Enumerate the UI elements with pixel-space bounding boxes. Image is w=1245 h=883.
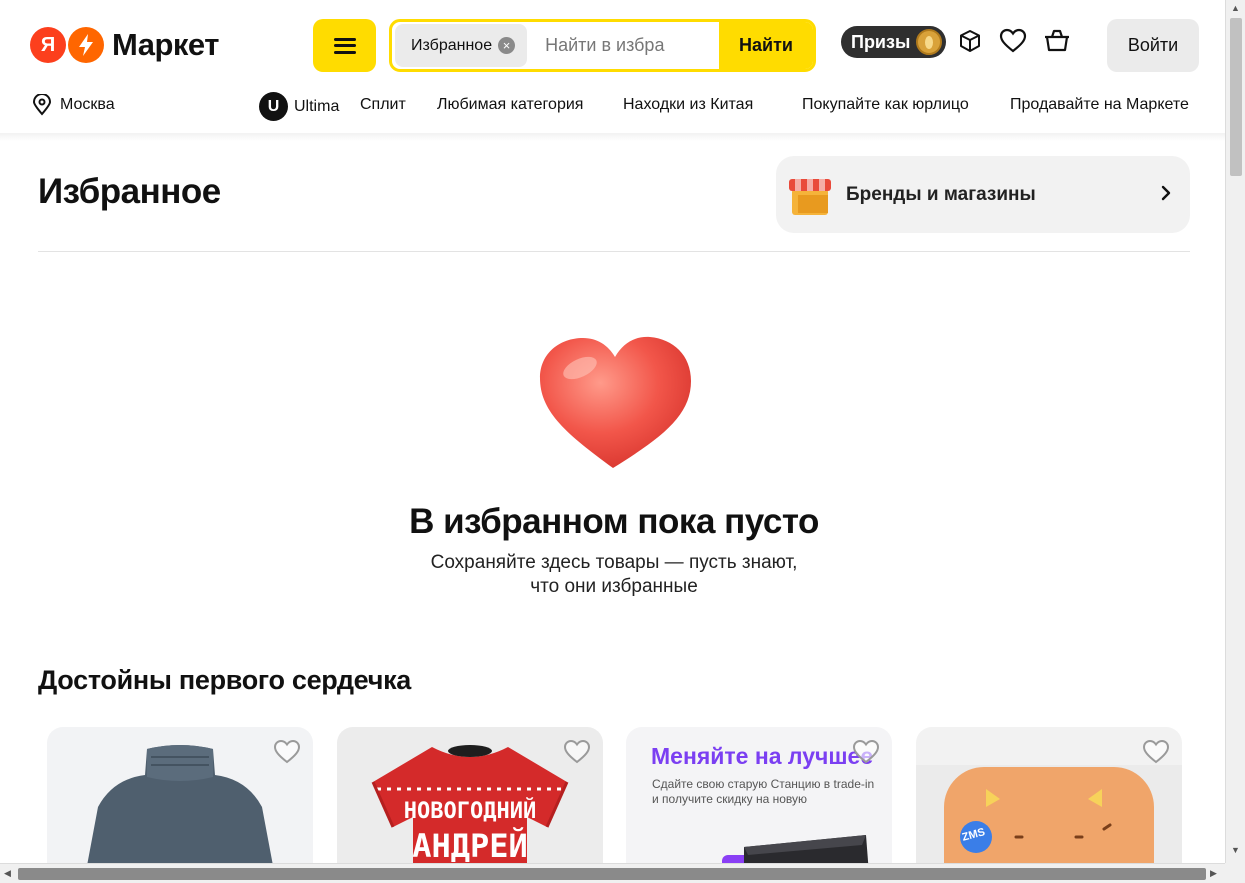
nav-item-split[interactable]: Сплит — [360, 96, 406, 114]
empty-state-line: Сохраняйте здесь товары — пусть знают, — [430, 552, 798, 573]
logo-text: Маркет — [112, 27, 219, 62]
nav-item-ultima[interactable]: U Ultima — [259, 92, 339, 121]
vertical-scrollbar[interactable]: ▲ ▼ — [1225, 0, 1245, 883]
title-divider — [38, 251, 1190, 252]
empty-state-subtitle: Сохраняйте здесь товары — пусть знают, ч… — [0, 551, 1228, 599]
city-selector[interactable]: Москва — [32, 94, 115, 116]
page: Я Маркет Избранное × Найти Призы — [0, 0, 1245, 883]
horizontal-scrollbar[interactable]: ◀ ▶ — [0, 863, 1225, 883]
brands-link-label: Бренды и магазины — [846, 183, 1036, 205]
empty-state-title: В избранном пока пусто — [409, 502, 819, 541]
prizes-button[interactable]: Призы — [841, 26, 947, 58]
market-logo[interactable]: Я Маркет — [30, 26, 219, 64]
scrollbar-corner — [1225, 863, 1245, 883]
recommendations-title: Достойны первого сердечка — [38, 665, 412, 695]
brands-and-shops-link[interactable]: Бренды и магазины — [776, 156, 1190, 233]
yandex-logo-icon: Я — [30, 27, 66, 63]
prizes-label: Призы — [851, 31, 911, 52]
favorite-heart-icon[interactable] — [1142, 739, 1170, 765]
close-icon[interactable]: × — [498, 37, 516, 54]
tshirt-print-line: АНДРЕЙ — [412, 827, 528, 865]
city-label: Москва — [60, 96, 115, 113]
favorite-heart-icon[interactable] — [273, 739, 301, 765]
nav-item-favorite-category[interactable]: Любимая категория — [437, 96, 583, 114]
horizontal-scroll-thumb[interactable] — [18, 868, 1206, 880]
favorite-heart-icon[interactable] — [563, 739, 591, 765]
nav-item-china-finds[interactable]: Находки из Китая — [623, 96, 753, 114]
promo-card[interactable]: Меняйте на лучшее Сдайте свою старую Ста… — [626, 727, 892, 883]
empty-state-line: что они избранные — [530, 576, 698, 597]
search-button[interactable]: Найти — [719, 22, 813, 69]
scroll-down-arrow-icon[interactable]: ▼ — [1231, 845, 1240, 855]
search-chip-label: Избранное — [411, 36, 493, 54]
cart-basket-icon[interactable] — [1043, 27, 1071, 55]
scroll-right-arrow-icon[interactable]: ▶ — [1210, 868, 1217, 879]
vertical-scroll-thumb[interactable] — [1230, 18, 1242, 176]
product-card[interactable]: ZMS — [916, 727, 1182, 883]
search-bar: Избранное × Найти — [389, 19, 816, 72]
nav-item-label: Ultima — [294, 97, 340, 115]
search-scope-chip[interactable]: Избранное × — [395, 24, 528, 67]
hamburger-icon — [333, 37, 356, 54]
location-pin-icon — [32, 94, 52, 116]
chevron-right-icon — [1161, 185, 1171, 201]
catalog-menu-button[interactable] — [313, 19, 376, 72]
product-card[interactable]: НОВОГОДНИЙ АНДРЕЙ — [337, 727, 603, 883]
header-divider — [0, 133, 1225, 141]
ultima-badge-icon: U — [259, 92, 288, 121]
login-button[interactable]: Войти — [1107, 19, 1199, 72]
scroll-up-arrow-icon[interactable]: ▲ — [1231, 3, 1240, 13]
product-card[interactable] — [47, 727, 313, 883]
favorite-heart-icon[interactable] — [852, 739, 880, 765]
shop-storefront-icon — [786, 171, 834, 219]
favorites-heart-icon[interactable] — [999, 27, 1027, 55]
tshirt-print-line: НОВОГОДНИЙ — [403, 799, 537, 824]
orders-box-icon[interactable] — [956, 27, 984, 55]
heart-illustration-icon — [535, 333, 695, 478]
scroll-left-arrow-icon[interactable]: ◀ — [4, 868, 11, 879]
lightning-logo-icon — [68, 27, 104, 63]
nav-item-business-buy[interactable]: Покупайте как юрлицо — [802, 96, 969, 114]
coin-icon — [916, 29, 943, 55]
tshirt-print: НОВОГОДНИЙ АНДРЕЙ — [337, 795, 603, 863]
nav-item-sell-on-market[interactable]: Продавайте на Маркете — [1010, 96, 1189, 114]
sub-navigation: Москва U Ultima Сплит Любимая категория … — [0, 92, 1225, 121]
page-title: Избранное — [38, 172, 221, 211]
search-input[interactable] — [545, 35, 686, 56]
